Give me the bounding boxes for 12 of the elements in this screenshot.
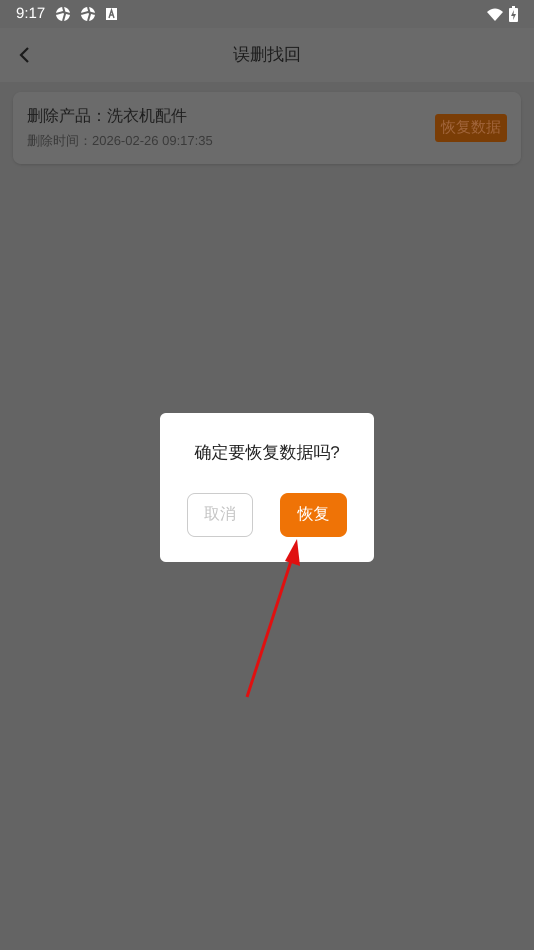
back-icon[interactable] — [18, 46, 30, 64]
product-name: 删除产品：洗衣机配件 — [27, 106, 188, 128]
app-notification-icon — [80, 6, 96, 22]
battery-charging-icon — [509, 6, 518, 22]
page-title: 误删找回 — [233, 44, 301, 66]
cancel-button[interactable]: 取消 — [187, 492, 253, 536]
status-time: 9:17 — [16, 4, 46, 24]
keyboard-notification-icon — [106, 8, 118, 20]
app-notification-icon — [55, 6, 72, 22]
wifi-icon — [487, 8, 503, 20]
dialog-message: 确定要恢复数据吗? — [194, 442, 340, 464]
restore-button[interactable]: 恢复 — [280, 492, 347, 536]
